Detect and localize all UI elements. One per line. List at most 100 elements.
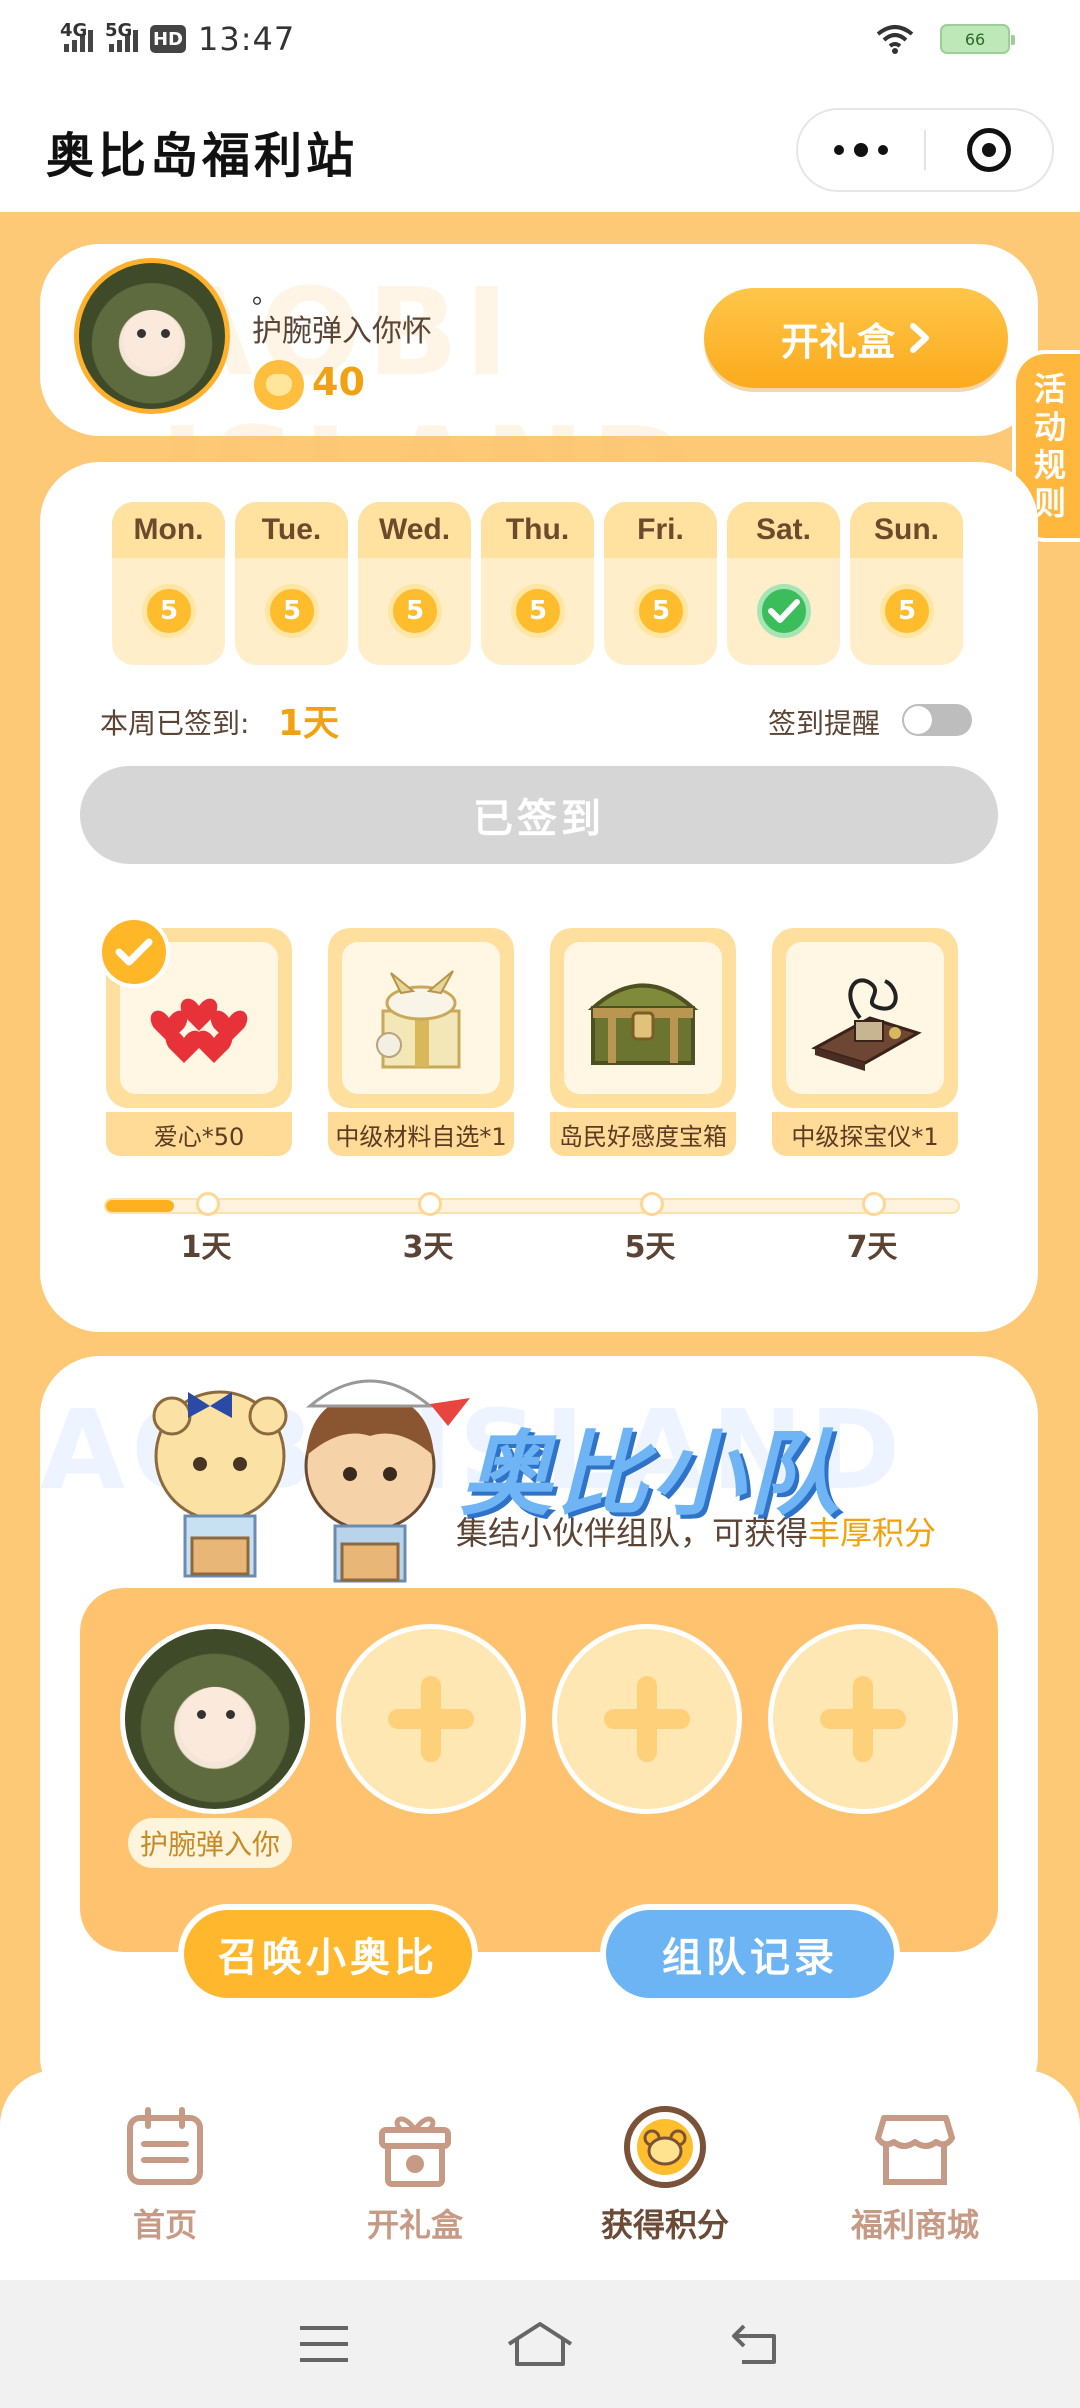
milestone-label: 7天	[846, 1230, 898, 1265]
reward-label: 中级探宝仪*1	[772, 1112, 958, 1156]
progress-fill	[106, 1200, 175, 1212]
member-avatar[interactable]	[120, 1624, 310, 1814]
week-days: Mon. 5 Tue. 5 Wed. 5 Thu. 5 Fri. 5 Sat. …	[112, 502, 963, 665]
milestone-labels: 1天 3天 5天 7天	[40, 1222, 1038, 1265]
bottom-nav: 首页 开礼盒 获得积分 福利商城	[0, 2070, 1080, 2280]
rules-char: 则	[1033, 484, 1066, 522]
day-reward-badge: 5	[142, 584, 196, 638]
plus-icon	[604, 1676, 690, 1762]
day-label: Wed.	[358, 502, 471, 558]
shop-icon	[875, 2115, 955, 2185]
add-member-slot[interactable]	[552, 1624, 742, 1814]
add-member-slot[interactable]	[768, 1624, 958, 1814]
reward-item[interactable]: 爱心*50	[98, 916, 292, 1156]
reward-label: 岛民好感度宝箱	[550, 1112, 736, 1156]
nav-open-box[interactable]: 开礼盒	[315, 2104, 515, 2246]
status-time: 13:47	[198, 20, 296, 58]
day-tue: Tue. 5	[235, 502, 348, 665]
team-record-button[interactable]: 组队记录	[600, 1904, 900, 2004]
back-icon[interactable]	[728, 2322, 784, 2366]
user-name: 护腕弹入你怀	[252, 314, 432, 349]
progress-node	[418, 1192, 442, 1216]
signal-4g-label: 4G	[60, 20, 88, 41]
nav-label: 首页	[132, 2206, 197, 2244]
nav-home[interactable]: 首页	[65, 2104, 265, 2246]
day-reward-badge: 5	[880, 584, 934, 638]
plus-icon	[388, 1676, 474, 1762]
bear-coin-icon	[624, 2106, 706, 2188]
menu-icon[interactable]	[296, 2322, 352, 2366]
day-reward-badge: 5	[388, 584, 442, 638]
app-header: 奥比岛福利站	[0, 76, 1080, 212]
mini-program-capsule	[796, 108, 1054, 192]
calendar-icon	[127, 2107, 203, 2185]
avatar[interactable]	[74, 258, 230, 414]
user-points: 40	[312, 360, 365, 404]
target-close-icon[interactable]	[926, 128, 1052, 172]
member-name: 护腕弹入你	[128, 1818, 293, 1868]
reward-item[interactable]: 岛民好感度宝箱	[550, 928, 736, 1156]
reward-item[interactable]: 中级材料自选*1	[328, 928, 514, 1156]
bear-coin-icon	[254, 360, 304, 410]
hd-icon: HD	[150, 25, 186, 53]
day-label: Mon.	[112, 502, 225, 558]
more-dots-icon[interactable]	[798, 143, 924, 157]
progress-node	[640, 1192, 664, 1216]
day-thu: Thu. 5	[481, 502, 594, 665]
week-signed-label: 本周已签到:	[100, 707, 250, 740]
week-signed-count: 1天	[278, 703, 340, 744]
reward-item[interactable]: 中级探宝仪*1	[772, 928, 958, 1156]
nav-label: 开礼盒	[366, 2206, 463, 2244]
nav-earn-points[interactable]: 获得积分	[565, 2104, 765, 2246]
rules-char: 规	[1033, 446, 1066, 484]
milestone-label: 5天	[624, 1230, 676, 1265]
day-label: Thu.	[481, 502, 594, 558]
reward-list: 爱心*50 中级材料自选*1 岛民好感度宝箱 中级探宝仪*1	[98, 916, 958, 1156]
gift-icon	[379, 2116, 451, 2187]
team-slots: 护腕弹入你	[80, 1588, 998, 1952]
nav-shop[interactable]: 福利商城	[815, 2104, 1015, 2246]
open-box-button[interactable]: 开礼盒	[704, 288, 1008, 388]
signal-4g-icon: 4G	[60, 20, 93, 52]
milestone-label: 1天	[180, 1230, 232, 1265]
remind-toggle[interactable]	[902, 704, 972, 736]
check-icon	[757, 584, 811, 638]
team-subtitle: 集结小伙伴组队，可获得丰厚积分	[456, 1508, 936, 1554]
team-subtitle-prefix: 集结小伙伴组队，可获得	[456, 1514, 809, 1552]
rules-char: 活	[1033, 370, 1066, 408]
reward-label: 爱心*50	[106, 1112, 292, 1156]
add-member-slot[interactable]	[336, 1624, 526, 1814]
progress-bar	[104, 1192, 960, 1216]
status-right: 66	[876, 24, 1015, 54]
reward-label: 中级材料自选*1	[328, 1112, 514, 1156]
day-mon: Mon. 5	[112, 502, 225, 665]
day-label: Sun.	[850, 502, 963, 558]
summon-button[interactable]: 召唤小奥比	[178, 1904, 478, 2004]
nav-label: 福利商城	[850, 2206, 979, 2244]
day-label: Fri.	[604, 502, 717, 558]
status-bar: 4G 5G HD 13:47 66	[0, 0, 1080, 76]
progress-node	[862, 1192, 886, 1216]
chevron-right-icon	[910, 323, 929, 353]
rules-char: 动	[1033, 408, 1066, 446]
status-left: 4G 5G HD 13:47	[60, 20, 295, 58]
plus-icon	[820, 1676, 906, 1762]
team-card: AOBI ISLAND 奥比小队 集结小伙伴组队，可获得丰厚积分 护腕弹入你 召…	[40, 1356, 1038, 2116]
team-subtitle-highlight: 丰厚积分	[808, 1514, 937, 1552]
claimed-check-icon	[98, 916, 170, 988]
day-reward-badge: 5	[265, 584, 319, 638]
gift-box-icon	[328, 928, 514, 1108]
user-card: AOBI ISLAND 。 护腕弹入你怀 40 开礼盒	[40, 244, 1038, 542]
day-sat: Sat.	[727, 502, 840, 665]
day-sun: Sun. 5	[850, 502, 963, 665]
nav-label: 获得积分	[600, 2206, 729, 2244]
battery-icon: 66	[940, 24, 1015, 54]
day-reward-badge: 5	[511, 584, 565, 638]
page-title: 奥比岛福利站	[46, 128, 359, 184]
remind-label: 签到提醒	[768, 707, 881, 740]
home-icon[interactable]	[505, 2320, 575, 2368]
signed-button[interactable]: 已签到	[80, 766, 998, 864]
day-label: Sat.	[727, 502, 840, 558]
milestone-label: 3天	[402, 1230, 454, 1265]
open-box-label: 开礼盒	[780, 319, 895, 364]
